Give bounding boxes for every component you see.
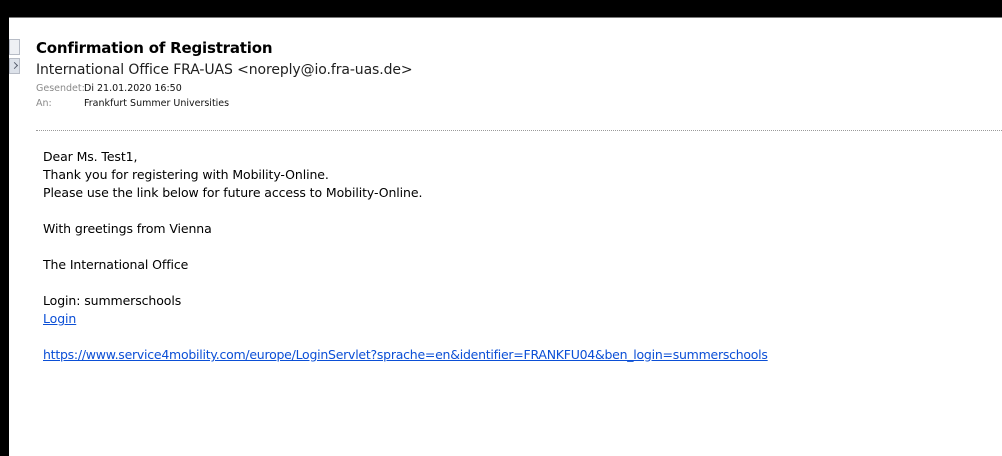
header-divider: [36, 130, 1002, 131]
login-link[interactable]: Login: [43, 311, 76, 326]
login-url-link[interactable]: https://www.service4mobility.com/europe/…: [43, 347, 768, 362]
to-label: An:: [36, 98, 52, 109]
email-header: Confirmation of Registration Internation…: [36, 38, 1002, 111]
body-line-1: Thank you for registering with Mobility-…: [43, 167, 329, 182]
to-value[interactable]: Frankfurt Summer Universities: [84, 96, 229, 111]
login-text: Login: summerschools: [43, 293, 182, 308]
email-body: Dear Ms. Test1, Thank you for registerin…: [43, 148, 992, 364]
to-row: An: Frankfurt Summer Universities: [36, 96, 1002, 111]
sent-label: Gesendet:: [36, 83, 85, 94]
closing-text: With greetings from Vienna: [43, 221, 212, 236]
sent-value: Di 21.01.2020 16:50: [84, 83, 182, 94]
body-line-2: Please use the link below for future acc…: [43, 185, 423, 200]
email-sender[interactable]: International Office FRA-UAS <noreply@io…: [36, 61, 1002, 79]
signature-text: The International Office: [43, 257, 189, 272]
sent-row: Gesendet: Di 21.01.2020 16:50: [36, 81, 1002, 96]
email-subject: Confirmation of Registration: [36, 39, 273, 57]
collapse-arrow-icon[interactable]: [9, 58, 20, 74]
expand-button[interactable]: [9, 39, 20, 55]
left-toolbar-strip: [9, 18, 29, 456]
email-reading-pane: Confirmation of Registration Internation…: [9, 17, 1002, 456]
greeting-text: Dear Ms. Test1,: [43, 149, 138, 164]
